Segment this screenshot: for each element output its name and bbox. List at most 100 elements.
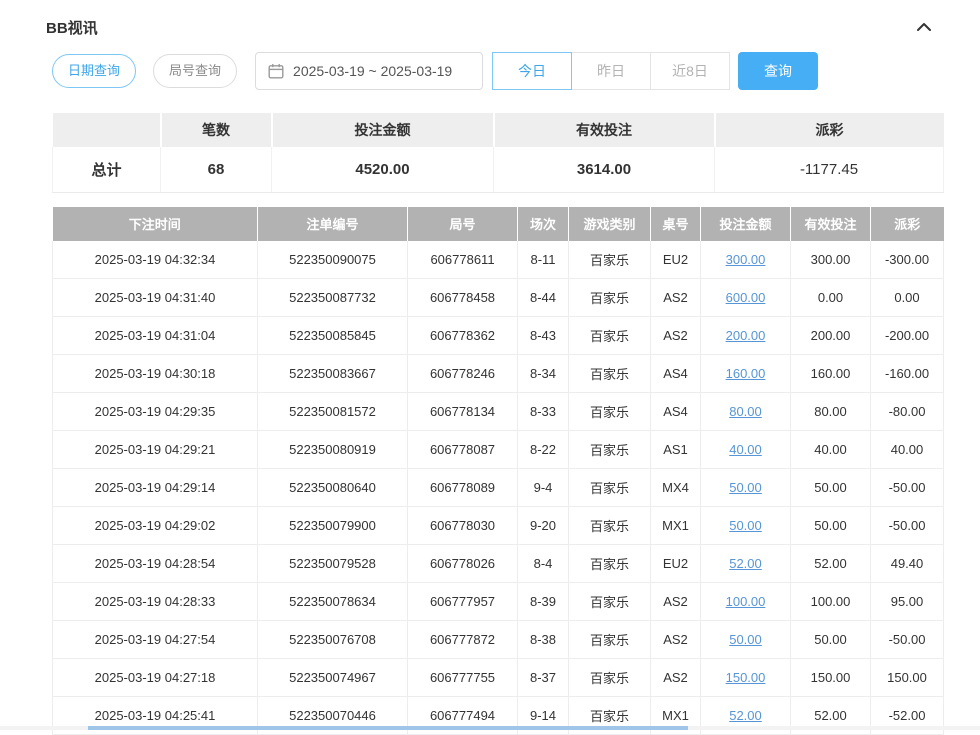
bet-time-cell: 2025-03-19 04:29:02	[53, 507, 258, 545]
order-no-cell: 522350079900	[258, 507, 408, 545]
game-type-cell: 百家乐	[569, 545, 651, 583]
round-no-cell: 606778089	[408, 469, 518, 507]
summary-total-row: 总计 68 4520.00 3614.00 -1177.45	[53, 147, 944, 192]
payout-cell: 49.40	[871, 545, 944, 583]
bet-amount-link[interactable]: 600.00	[726, 290, 766, 305]
valid-bet-cell: 0.00	[791, 279, 871, 317]
bet-amount-cell: 52.00	[701, 545, 791, 583]
col-header-bet-time: 下注时间	[53, 207, 258, 241]
bet-amount-cell: 200.00	[701, 317, 791, 355]
table-no-cell: AS4	[651, 355, 701, 393]
quick-tab-today[interactable]: 今日	[492, 52, 572, 90]
bet-time-cell: 2025-03-19 04:29:35	[53, 393, 258, 431]
table-row: 2025-03-19 04:32:34522350090075606778611…	[53, 241, 944, 279]
round-no-cell: 606778362	[408, 317, 518, 355]
round-no-cell: 606777872	[408, 621, 518, 659]
round-no-cell: 606778458	[408, 279, 518, 317]
bet-amount-link[interactable]: 50.00	[729, 480, 762, 495]
bet-amount-link[interactable]: 160.00	[726, 366, 766, 381]
col-header-order-no: 注单编号	[258, 207, 408, 241]
round-no-cell: 606778030	[408, 507, 518, 545]
bet-time-cell: 2025-03-19 04:28:54	[53, 545, 258, 583]
horizontal-scrollbar[interactable]	[0, 726, 980, 730]
session-cell: 9-4	[518, 469, 569, 507]
bet-amount-cell: 300.00	[701, 241, 791, 279]
quick-tab-yesterday[interactable]: 昨日	[571, 52, 651, 90]
bet-amount-link[interactable]: 150.00	[726, 670, 766, 685]
payout-cell: -200.00	[871, 317, 944, 355]
game-type-cell: 百家乐	[569, 241, 651, 279]
round-no-cell: 606778246	[408, 355, 518, 393]
valid-bet-cell: 50.00	[791, 507, 871, 545]
session-cell: 9-20	[518, 507, 569, 545]
date-query-button[interactable]: 日期查询	[52, 54, 136, 88]
game-type-cell: 百家乐	[569, 393, 651, 431]
valid-bet-cell: 40.00	[791, 431, 871, 469]
valid-bet-cell: 300.00	[791, 241, 871, 279]
col-header-round-no: 局号	[408, 207, 518, 241]
bet-amount-cell: 50.00	[701, 621, 791, 659]
table-row: 2025-03-19 04:29:35522350081572606778134…	[53, 393, 944, 431]
table-row: 2025-03-19 04:29:02522350079900606778030…	[53, 507, 944, 545]
game-type-cell: 百家乐	[569, 583, 651, 621]
summary-table: 笔数 投注金额 有效投注 派彩 总计 68 4520.00 3614.00 -1…	[52, 113, 944, 193]
session-cell: 8-4	[518, 545, 569, 583]
payout-cell: 40.00	[871, 431, 944, 469]
payout-cell: 0.00	[871, 279, 944, 317]
bet-amount-link[interactable]: 40.00	[729, 442, 762, 457]
session-cell: 8-44	[518, 279, 569, 317]
session-cell: 8-33	[518, 393, 569, 431]
bet-amount-link[interactable]: 200.00	[726, 328, 766, 343]
col-header-game-type: 游戏类别	[569, 207, 651, 241]
game-type-cell: 百家乐	[569, 469, 651, 507]
collapse-chevron-icon[interactable]	[912, 18, 936, 36]
bet-amount-cell: 100.00	[701, 583, 791, 621]
bet-amount-link[interactable]: 80.00	[729, 404, 762, 419]
valid-bet-cell: 200.00	[791, 317, 871, 355]
payout-cell: -50.00	[871, 507, 944, 545]
bet-amount-link[interactable]: 52.00	[729, 708, 762, 723]
valid-bet-cell: 80.00	[791, 393, 871, 431]
bet-amount-link[interactable]: 50.00	[729, 632, 762, 647]
round-no-cell: 606778134	[408, 393, 518, 431]
order-no-cell: 522350076708	[258, 621, 408, 659]
table-no-cell: AS2	[651, 583, 701, 621]
round-query-button[interactable]: 局号查询	[153, 54, 237, 88]
bet-time-cell: 2025-03-19 04:28:33	[53, 583, 258, 621]
round-no-cell: 606778087	[408, 431, 518, 469]
bet-amount-link[interactable]: 50.00	[729, 518, 762, 533]
summary-total-label: 总计	[53, 147, 161, 192]
order-no-cell: 522350074967	[258, 659, 408, 697]
table-row: 2025-03-19 04:28:33522350078634606777957…	[53, 583, 944, 621]
table-row: 2025-03-19 04:27:54522350076708606777872…	[53, 621, 944, 659]
table-no-cell: AS2	[651, 659, 701, 697]
summary-col-valid-bet: 有效投注	[494, 113, 715, 147]
valid-bet-cell: 100.00	[791, 583, 871, 621]
bet-amount-link[interactable]: 52.00	[729, 556, 762, 571]
col-header-payout: 派彩	[871, 207, 944, 241]
game-type-cell: 百家乐	[569, 659, 651, 697]
bet-amount-cell: 50.00	[701, 507, 791, 545]
search-button[interactable]: 查询	[738, 52, 818, 90]
valid-bet-cell: 150.00	[791, 659, 871, 697]
summary-bet-amount-value: 4520.00	[272, 147, 494, 192]
table-no-cell: AS2	[651, 621, 701, 659]
bet-amount-link[interactable]: 100.00	[726, 594, 766, 609]
bet-amount-link[interactable]: 300.00	[726, 252, 766, 267]
summary-count-value: 68	[161, 147, 272, 192]
date-range-picker[interactable]: 2025-03-19 ~ 2025-03-19	[255, 52, 483, 90]
filter-bar: 日期查询 局号查询 2025-03-19 ~ 2025-03-19 今日 昨日 …	[52, 52, 980, 90]
round-no-cell: 606777755	[408, 659, 518, 697]
bet-time-cell: 2025-03-19 04:31:04	[53, 317, 258, 355]
table-no-cell: AS4	[651, 393, 701, 431]
session-cell: 8-43	[518, 317, 569, 355]
table-row: 2025-03-19 04:29:14522350080640606778089…	[53, 469, 944, 507]
bet-time-cell: 2025-03-19 04:29:21	[53, 431, 258, 469]
bet-amount-cell: 160.00	[701, 355, 791, 393]
session-cell: 8-38	[518, 621, 569, 659]
summary-col-bet-amount: 投注金额	[272, 113, 494, 147]
horizontal-scrollbar-thumb[interactable]	[88, 726, 688, 730]
bet-amount-cell: 600.00	[701, 279, 791, 317]
quick-tab-last8days[interactable]: 近8日	[650, 52, 730, 90]
bet-time-cell: 2025-03-19 04:27:18	[53, 659, 258, 697]
